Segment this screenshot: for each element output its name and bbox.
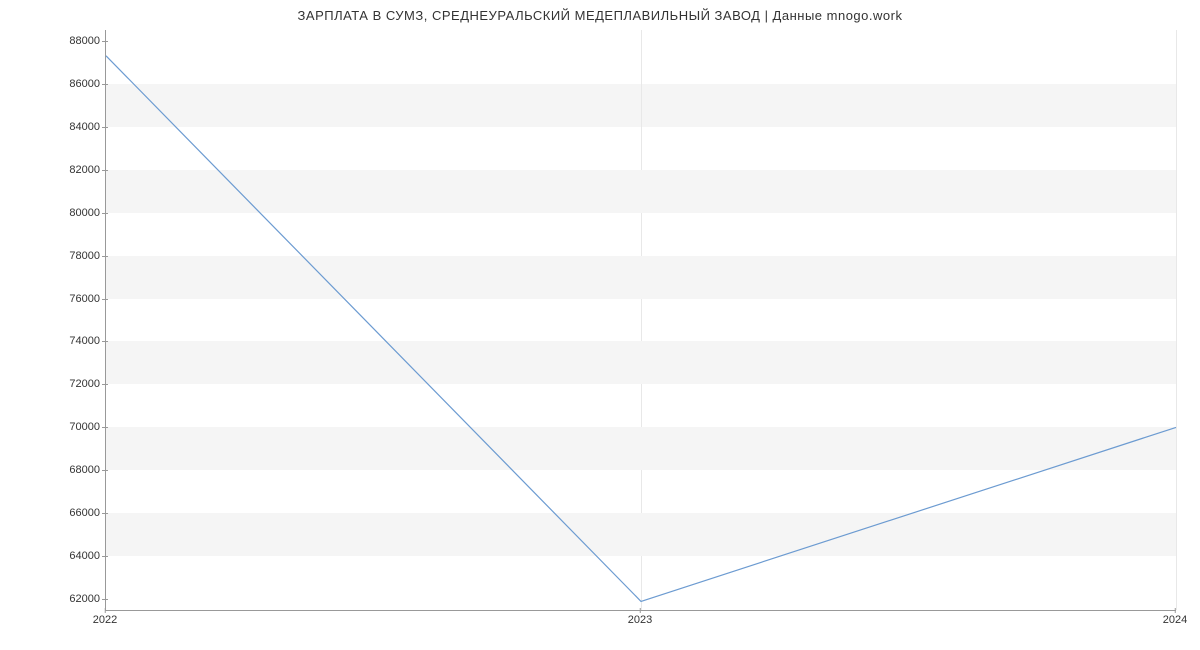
y-tick-mark	[102, 556, 108, 557]
y-tick-label: 68000	[50, 464, 100, 476]
x-tick-label: 2024	[1163, 614, 1187, 626]
y-tick-label: 76000	[50, 293, 100, 305]
grid-vline	[1176, 30, 1177, 610]
y-tick-mark	[102, 213, 108, 214]
y-tick-label: 64000	[50, 550, 100, 562]
y-tick-mark	[102, 170, 108, 171]
y-tick-mark	[102, 127, 108, 128]
y-tick-label: 62000	[50, 593, 100, 605]
y-tick-label: 80000	[50, 207, 100, 219]
line-chart: ЗАРПЛАТА В СУМЗ, СРЕДНЕУРАЛЬСКИЙ МЕДЕПЛА…	[0, 0, 1200, 650]
y-tick-mark	[102, 41, 108, 42]
y-tick-label: 74000	[50, 335, 100, 347]
y-tick-mark	[102, 341, 108, 342]
data-line	[106, 30, 1176, 610]
chart-title: ЗАРПЛАТА В СУМЗ, СРЕДНЕУРАЛЬСКИЙ МЕДЕПЛА…	[0, 8, 1200, 23]
y-tick-mark	[102, 84, 108, 85]
y-tick-mark	[102, 427, 108, 428]
x-tick-mark	[105, 608, 106, 613]
x-tick-mark	[640, 608, 641, 613]
x-tick-label: 2023	[628, 614, 652, 626]
y-tick-label: 70000	[50, 421, 100, 433]
x-tick-mark	[1175, 608, 1176, 613]
y-tick-label: 84000	[50, 121, 100, 133]
y-tick-mark	[102, 384, 108, 385]
y-tick-label: 72000	[50, 378, 100, 390]
y-tick-mark	[102, 299, 108, 300]
y-tick-mark	[102, 256, 108, 257]
y-tick-label: 86000	[50, 78, 100, 90]
y-tick-mark	[102, 470, 108, 471]
y-tick-mark	[102, 513, 108, 514]
y-tick-mark	[102, 599, 108, 600]
plot-area	[105, 30, 1176, 611]
y-tick-label: 88000	[50, 35, 100, 47]
x-tick-label: 2022	[93, 614, 117, 626]
y-tick-label: 82000	[50, 164, 100, 176]
y-tick-label: 66000	[50, 507, 100, 519]
y-tick-label: 78000	[50, 250, 100, 262]
